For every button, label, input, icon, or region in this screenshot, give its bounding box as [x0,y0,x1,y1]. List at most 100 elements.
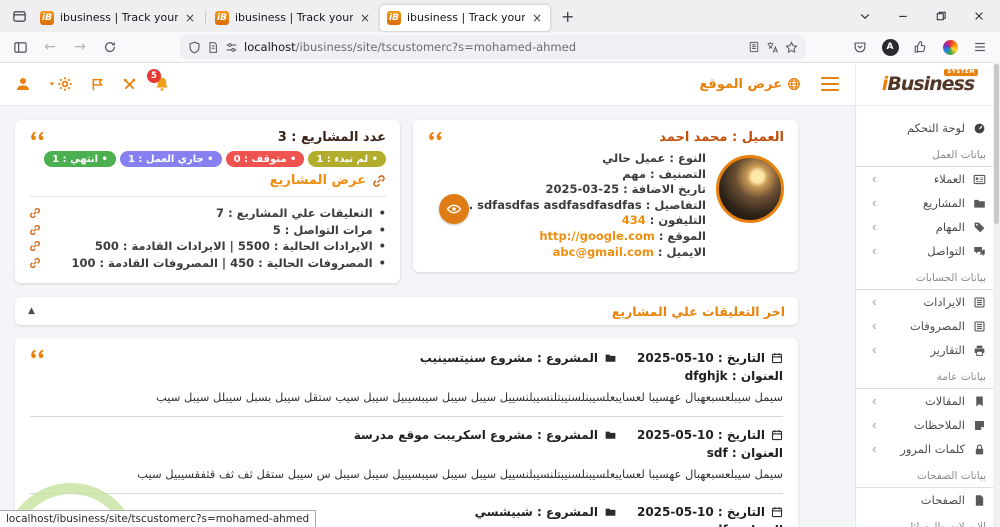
sidebar-item-passwords[interactable]: كلمات المرور [856,437,1000,461]
status-bar-link: localhost/ibusiness/site/tscustomerc?s=m… [0,510,317,527]
comment-meta: التاريخ : 10-05-2025 المشروع : مشروع اسك… [30,428,783,442]
browser-tab-1[interactable]: iB ibusiness | Track your work with × [33,5,203,31]
badge-not-started: لم تبدء : 1 [308,151,386,167]
tab-title: ibusiness | Track your work with [60,11,178,24]
quote-icon [426,130,444,145]
settings-gear-icon[interactable] [48,76,73,92]
translate-icon[interactable] [766,41,779,54]
chevron-left-icon [870,199,879,208]
minimize-button[interactable] [888,3,918,29]
view-projects-link[interactable]: عرض المشاريع [29,173,386,188]
tab-title: ibusiness | Track your work with [235,11,353,24]
sidebar-section-general: بيانات عامة [936,371,986,383]
link-chain-icon[interactable] [29,240,41,252]
pocket-icon[interactable] [848,36,872,58]
comment-item: التاريخ : 10-05-2025 المشروع : مشروع سني… [30,351,783,405]
sidebar-item-pages[interactable]: الصفحات [856,488,1000,512]
client-details: النوع : عميل حالي التصنيف : مهم تاريخ ال… [460,151,706,260]
chevron-left-icon [870,397,879,406]
folder-icon [973,197,986,210]
sidebar-item-articles[interactable]: المقالات [856,389,1000,413]
account-profile-icon[interactable]: A [878,36,902,58]
sidebar-item-expenses[interactable]: المصروفات [856,314,1000,338]
email-link[interactable]: abc@gmail.com [553,245,654,259]
comment-project: المشروع : شبيشسي [474,505,598,519]
comment-date: التاريخ : 10-05-2025 [636,428,765,442]
firefox-view-button[interactable] [6,4,32,28]
lock-icon [973,443,986,456]
notifications-bell-icon[interactable]: 5 [147,69,170,92]
collapse-triangle-icon[interactable]: ▲ [28,306,35,316]
browser-tab-3-active[interactable]: iB ibusiness | Track your work with × [380,4,550,31]
sidebar-item-dashboard[interactable]: لوحة التحكم [856,116,1000,140]
tab-close-icon[interactable]: × [184,11,196,25]
sidebar-item-clients[interactable]: العملاء [856,167,1000,191]
client-row-email: الايميل : abc@gmail.com [552,244,706,259]
site-favicon: iB [40,10,54,25]
link-chain-icon[interactable] [29,257,41,269]
user-icon[interactable] [15,76,31,92]
sidebar-hamburger-icon[interactable] [821,76,839,92]
bookmark-star-icon[interactable] [785,40,798,54]
url-bar[interactable]: localhost/ibusiness/site/tscustomerc?s=m… [180,35,806,59]
tab-close-icon[interactable]: × [359,11,371,25]
reader-view-icon[interactable] [748,41,760,53]
sidebar-item-tasks[interactable]: المهام [856,215,1000,239]
divider [30,493,783,494]
page-scrollbar[interactable] [993,62,1000,527]
sidebar-item-communication[interactable]: التواصل [856,239,1000,263]
quote-icon [28,130,46,145]
close-window-button[interactable] [964,3,994,29]
list-all-tabs-button[interactable] [850,3,880,29]
website-link[interactable]: http://google.com [539,229,655,243]
stat-contacts: مرات التواصل : 5 [29,222,386,239]
sidebar-item-reports[interactable]: التقارير [856,338,1000,362]
ibusiness-logo: iBusiness SYSTEM [882,68,979,94]
view-site-link[interactable]: عرض الموقع [699,77,801,92]
extension-colorwheel-icon[interactable] [938,36,962,58]
sticky-note-icon [973,419,986,432]
shield-icon[interactable] [188,41,201,54]
sidebar-item-revenues[interactable]: الايرادات [856,290,1000,314]
extension-thumb-icon[interactable] [908,36,932,58]
folder-icon [604,352,617,364]
client-avatar [716,155,784,223]
tools-icon[interactable] [122,77,137,92]
client-card: العميل : محمد احمد النوع : عميل حالي الت… [413,120,798,273]
page-info-icon[interactable] [207,41,219,54]
chevron-left-icon [870,175,879,184]
sidebar-section-accounts: بيانات الحسابات [915,272,986,284]
client-row-type: النوع : عميل حالي [602,151,706,165]
scrollbar-thumb[interactable] [994,64,999,224]
reload-button[interactable] [98,36,122,58]
restore-button[interactable] [926,3,956,29]
sidebar-item-notes[interactable]: الملاحظات [856,413,1000,437]
quote-icon [28,348,46,363]
comments-header-title: اخر التعليقات علي المشاريع [611,303,785,319]
chevron-left-icon [870,346,879,355]
view-client-eye-button[interactable] [439,194,469,224]
tab-close-icon[interactable]: × [531,11,543,25]
tab-separator [205,10,206,25]
link-chain-icon[interactable] [29,224,41,236]
back-button[interactable]: ← [38,36,62,58]
projects-card: عدد المشاريع : 3 لم تبدء : 1 متوقف : 0 ج… [15,120,400,283]
forward-button[interactable]: → [68,36,92,58]
bookmark-icon [973,395,986,408]
browser-menu-icon[interactable] [968,36,992,58]
comment-date: التاريخ : 10-05-2025 [636,351,765,365]
sidebar-item-projects[interactable]: المشاريع [856,191,1000,215]
new-tab-button[interactable]: + [551,7,584,26]
permissions-icon[interactable] [225,41,238,54]
link-chain-icon[interactable] [29,207,41,219]
stat-comments: التعليقات علي المشاريع : 7 [29,205,386,222]
url-text: localhost/ibusiness/site/tscustomerc?s=m… [244,40,577,54]
header-quick-icons: 5 [0,69,170,92]
phone-link[interactable]: 434 [622,213,646,227]
browser-tab-2[interactable]: iB ibusiness | Track your work with × [208,5,378,31]
project-status-badges: لم تبدء : 1 متوقف : 0 جاري العمل : 1 انت… [29,151,386,167]
chevron-left-icon [870,445,879,454]
flag-icon[interactable] [90,77,105,92]
sidebar-toggle-icon[interactable] [8,36,32,58]
sidebar-section-emails: الايميلات والرسائل [905,521,986,527]
